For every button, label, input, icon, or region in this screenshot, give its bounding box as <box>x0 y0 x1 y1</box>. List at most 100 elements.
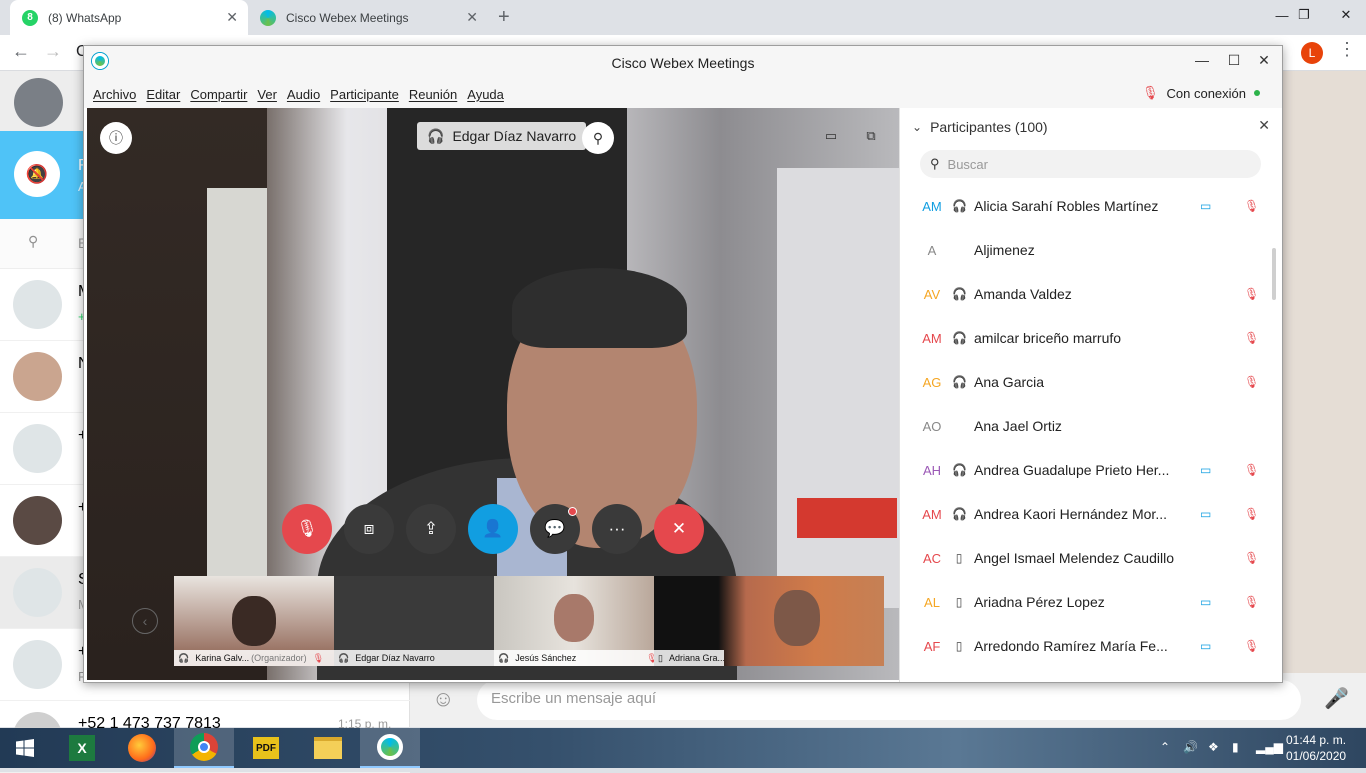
mic-muted-icon: 🎙 <box>1244 375 1260 389</box>
participant-row[interactable]: AC ▯ Angel Ismael Melendez Caudillo 🎙 <box>900 536 1270 580</box>
message-placeholder: Escribe un mensaje aquí <box>491 690 657 707</box>
info-icon[interactable]: ⓘ <box>100 122 132 154</box>
avatar <box>13 496 62 545</box>
battery-icon[interactable]: ▮ <box>1232 740 1239 754</box>
phone-icon: ▯ <box>955 595 963 609</box>
maximize-button[interactable]: ☐ <box>1224 52 1244 69</box>
excel-icon[interactable]: X <box>52 728 112 768</box>
mic-muted-icon: 🎙 <box>1244 199 1260 213</box>
tab-whatsapp[interactable]: 8 (8) WhatsApp ✕ <box>10 0 248 35</box>
popout-icon[interactable]: ⧉ <box>863 128 879 144</box>
participant-row[interactable]: AG 🎧 Ana Garcia 🎙 <box>900 360 1270 404</box>
firefox-icon[interactable] <box>112 728 172 768</box>
bell-off-icon: 🔕 <box>14 151 60 197</box>
participants-button[interactable]: 👤 <box>468 504 518 554</box>
search-icon: ⚲ <box>930 156 940 171</box>
close-icon: ✕ <box>671 519 687 538</box>
more-button[interactable]: ··· <box>592 504 642 554</box>
chevron-down-icon[interactable]: ⌄ <box>912 120 922 134</box>
maximize-button[interactable]: ❐ <box>1284 0 1324 30</box>
chrome-icon[interactable] <box>174 728 234 768</box>
menu-ayuda[interactable]: Ayuda <box>467 87 504 102</box>
file-explorer-icon[interactable] <box>298 728 358 768</box>
tab-webex[interactable]: Cisco Webex Meetings ✕ <box>248 0 488 35</box>
mic-icon[interactable]: 🎤 <box>1324 686 1349 711</box>
browser-menu-icon[interactable]: ⋮ <box>1338 39 1356 60</box>
start-button[interactable] <box>0 728 50 768</box>
mic-muted-icon: 🎙 <box>1244 331 1260 345</box>
mic-muted-icon: 🎙 <box>646 652 654 663</box>
menu-participante[interactable]: Participante <box>330 87 399 102</box>
menu-bar: Archivo Editar Compartir Ver Audio Parti… <box>84 80 1282 108</box>
pdf-icon[interactable]: PDF <box>236 728 296 768</box>
avatar <box>13 352 62 401</box>
search-input[interactable] <box>947 156 1238 172</box>
participant-row[interactable]: AR🎧Artemio Jiménez Rico▭🎙 <box>900 668 1270 682</box>
participant-avatar: AF <box>923 638 941 654</box>
headset-icon: 🎧 <box>338 652 350 663</box>
previous-thumbnails-button[interactable]: ‹ <box>132 608 158 634</box>
menu-editar[interactable]: Editar <box>146 87 180 102</box>
meeting-controls: 🎙 ⧈ ⇪ 👤 💬 ··· ✕ <box>282 504 716 554</box>
close-button[interactable]: ✕ <box>1254 52 1274 69</box>
participant-row[interactable]: AL ▯ Ariadna Pérez Lopez ▭ 🎙 <box>900 580 1270 624</box>
close-icon[interactable]: ✕ <box>226 9 238 26</box>
mic-muted-icon: 🎙 <box>1244 507 1260 521</box>
participant-search[interactable]: ⚲ <box>920 150 1261 178</box>
participant-row[interactable]: AO Ana Jael Ortiz <box>900 404 1270 448</box>
participant-name: Andrea Guadalupe Prieto Her... <box>974 462 1170 478</box>
back-icon[interactable]: ← <box>12 41 30 62</box>
emoji-icon[interactable]: ☺ <box>432 686 454 712</box>
new-tab-button[interactable]: + <box>498 6 510 29</box>
mute-button[interactable]: 🎙 <box>282 504 332 554</box>
share-button[interactable]: ⇪ <box>406 504 456 554</box>
video-icon: ▭ <box>1200 595 1212 609</box>
pin-icon[interactable]: ⚲ <box>582 122 614 154</box>
participant-row[interactable]: AM 🎧 Andrea Kaori Hernández Mor... ▭ 🎙 <box>900 492 1270 536</box>
participant-row[interactable]: AM 🎧 Alicia Sarahí Robles Martínez ▭ 🎙 <box>900 184 1270 228</box>
webex-titlebar: Cisco Webex Meetings — ☐ ✕ <box>84 46 1282 80</box>
participant-name: Aljimenez <box>974 242 1035 258</box>
dropbox-icon[interactable]: ❖ <box>1208 740 1219 754</box>
browser-tab-strip: 8 (8) WhatsApp ✕ Cisco Webex Meetings ✕ … <box>0 0 1366 35</box>
avatar[interactable] <box>14 78 63 127</box>
thumbnail-video[interactable]: 🎧 Jesús Sánchez 🎙 <box>494 576 654 666</box>
menu-compartir[interactable]: Compartir <box>190 87 247 102</box>
participant-name: amilcar briceño marrufo <box>974 330 1122 346</box>
minimize-button[interactable]: — <box>1192 52 1212 68</box>
system-clock[interactable]: 01:44 p. m. 01/06/2020 <box>1286 732 1346 764</box>
message-input[interactable]: Escribe un mensaje aquí <box>477 680 1301 720</box>
participant-row[interactable]: AV 🎧 Amanda Valdez 🎙 <box>900 272 1270 316</box>
close-icon[interactable]: ✕ <box>1258 117 1270 134</box>
panel-header[interactable]: ⌄ Participantes (100) <box>900 108 1283 146</box>
menu-ver[interactable]: Ver <box>257 87 277 102</box>
forward-icon[interactable]: → <box>44 41 62 62</box>
tray-expand-icon[interactable]: ⌃ <box>1160 740 1170 754</box>
volume-icon[interactable]: 🔊 <box>1183 740 1198 754</box>
menu-reunion[interactable]: Reunión <box>409 87 457 102</box>
close-icon[interactable]: ✕ <box>466 9 478 26</box>
video-icon: ▭ <box>1200 507 1212 521</box>
menu-archivo[interactable]: Archivo <box>93 87 136 102</box>
scrollbar[interactable] <box>1272 248 1276 300</box>
mic-muted-icon: 🎙 <box>312 652 325 663</box>
participant-avatar: AO <box>922 418 942 434</box>
webex-taskbar-icon[interactable] <box>360 728 420 768</box>
thumbnail-video[interactable]: 🎧 Karina Galv... (Organizador) 🎙 <box>174 576 334 666</box>
network-icon[interactable]: ▂▄▆ <box>1256 740 1283 754</box>
mic-muted-icon: 🎙 <box>1244 551 1260 565</box>
thumbnail-video[interactable]: 🎧 Edgar Díaz Navarro <box>334 576 494 666</box>
layout-icon[interactable]: ▭ <box>823 128 839 144</box>
window-close-button[interactable]: ✕ <box>1326 0 1366 30</box>
participant-row[interactable]: AH 🎧 Andrea Guadalupe Prieto Her... ▭ 🎙 <box>900 448 1270 492</box>
profile-avatar[interactable]: L <box>1301 42 1323 64</box>
participant-row[interactable]: AF ▯ Arredondo Ramírez María Fe... ▭ 🎙 <box>900 624 1270 668</box>
thumbnail-video[interactable]: ▯ Adriana Gra... <box>654 576 884 666</box>
leave-button[interactable]: ✕ <box>654 504 704 554</box>
participant-row[interactable]: A Aljimenez <box>900 228 1270 272</box>
chat-button[interactable]: 💬 <box>530 504 580 554</box>
connection-status[interactable]: 🎙 Con conexión <box>1142 85 1260 101</box>
participant-row[interactable]: AM 🎧 amilcar briceño marrufo 🎙 <box>900 316 1270 360</box>
menu-audio[interactable]: Audio <box>287 87 320 102</box>
video-button[interactable]: ⧈ <box>344 504 394 554</box>
